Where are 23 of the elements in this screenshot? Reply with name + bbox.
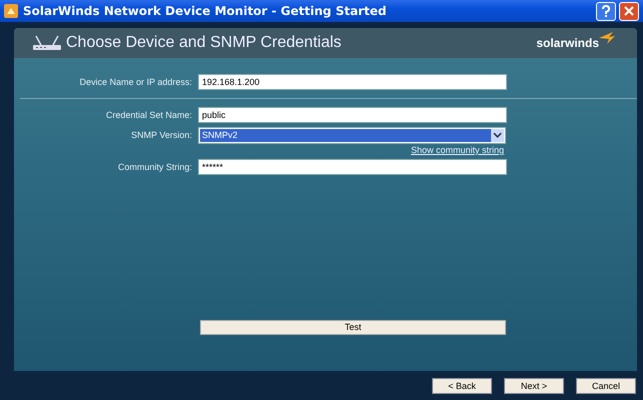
password-field[interactable]: ****** (198, 159, 507, 175)
nav-button[interactable]: Next > (504, 378, 564, 394)
input-field[interactable]: 192.168.1.200 (198, 74, 507, 90)
app-icon (4, 4, 18, 18)
chevron-down-icon (493, 132, 502, 138)
help-button[interactable] (596, 2, 616, 20)
page-heading: Choose Device and SNMP Credentials (66, 34, 342, 52)
router-icon (32, 35, 62, 51)
field-label: Credential Set Name: (104, 110, 193, 120)
dropdown-field[interactable]: SNMPv2 (198, 126, 506, 144)
nav-button[interactable]: < Back (432, 378, 492, 394)
field-label: Community String: (116, 162, 193, 172)
help-icon (601, 5, 611, 17)
field-label: SNMP Version: (130, 130, 193, 140)
test-button[interactable]: Test (200, 320, 506, 334)
window-title: SolarWinds Network Device Monitor - Getting Started (23, 4, 386, 18)
field-label: Device Name or IP address: (78, 77, 193, 87)
logo-text: solarwinds (536, 36, 599, 50)
nav-button[interactable]: Cancel (576, 378, 636, 394)
show-string-link[interactable]: Show community string (410, 145, 504, 157)
close-button[interactable] (619, 2, 639, 20)
close-icon (624, 6, 634, 16)
input-field[interactable]: public (198, 107, 507, 123)
